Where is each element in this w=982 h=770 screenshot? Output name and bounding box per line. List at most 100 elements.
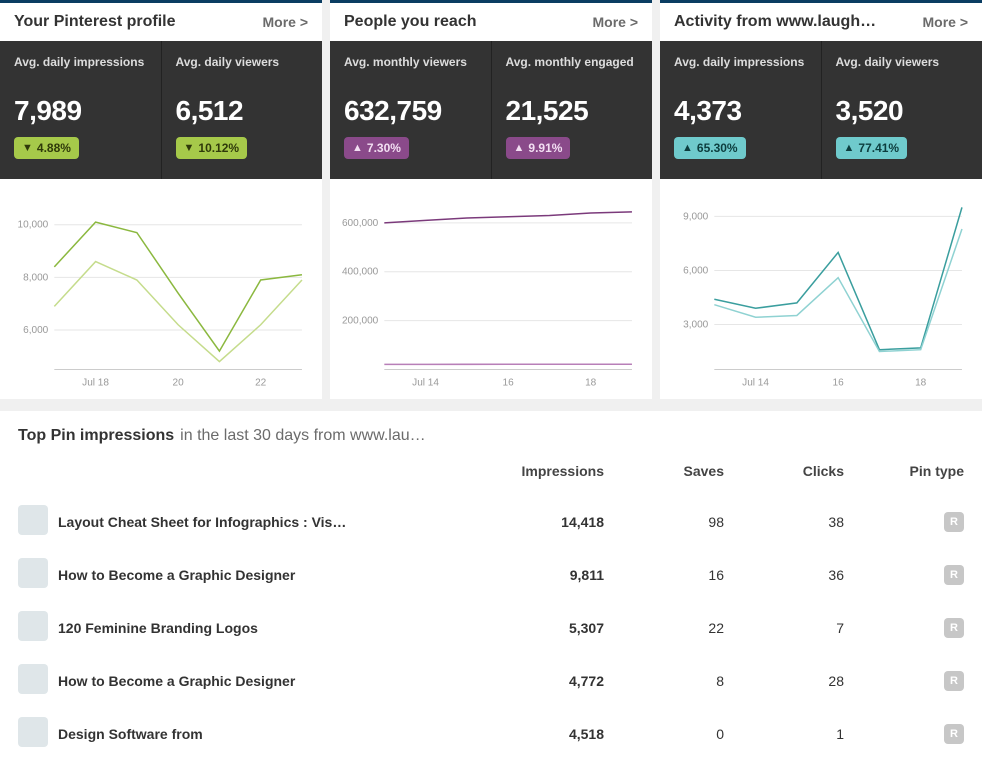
pin-type: R xyxy=(844,671,964,691)
panel-header: Your Pinterest profile More > xyxy=(0,0,322,41)
pin-title: Design Software from xyxy=(58,726,474,742)
stat-card[interactable]: Avg. daily viewers 3,520 ▲ 77.41% xyxy=(822,41,982,179)
svg-text:22: 22 xyxy=(255,378,267,389)
change-value: 77.41% xyxy=(858,141,899,155)
stat-card[interactable]: Avg. daily impressions 7,989 ▼ 4.88% xyxy=(0,41,162,179)
pin-clicks: 7 xyxy=(724,620,844,636)
change-badge: ▲ 7.30% xyxy=(344,137,409,159)
pin-type: R xyxy=(844,724,964,744)
pin-thumbnail xyxy=(18,558,48,588)
svg-text:8,000: 8,000 xyxy=(23,272,49,283)
stat-card[interactable]: Avg. daily viewers 6,512 ▼ 10.12% xyxy=(162,41,323,179)
svg-text:10,000: 10,000 xyxy=(18,220,49,231)
change-value: 65.30% xyxy=(697,141,738,155)
stats-row: Avg. daily impressions 7,989 ▼ 4.88% Avg… xyxy=(0,41,322,179)
stat-card[interactable]: Avg. daily impressions 4,373 ▲ 65.30% xyxy=(660,41,822,179)
change-value: 4.88% xyxy=(37,141,71,155)
pin-clicks: 38 xyxy=(724,514,844,530)
stat-label: Avg. daily viewers xyxy=(836,55,969,89)
stat-value: 6,512 xyxy=(176,95,309,127)
line-chart: 6,0008,00010,000Jul 182022 xyxy=(6,189,308,393)
panel-title: Your Pinterest profile xyxy=(14,13,176,31)
change-badge: ▼ 4.88% xyxy=(14,137,79,159)
pin-type-badge: R xyxy=(944,724,964,744)
pin-row[interactable]: Design Software from4,51801R xyxy=(18,707,964,760)
stat-card[interactable]: Avg. monthly engaged 21,525 ▲ 9.91% xyxy=(492,41,653,179)
panel-activity: Activity from www.laugh… More > Avg. dai… xyxy=(660,0,982,399)
pin-thumbnail xyxy=(18,505,48,535)
stat-label: Avg. monthly viewers xyxy=(344,55,477,89)
stat-value: 21,525 xyxy=(506,95,639,127)
more-link[interactable]: More > xyxy=(592,14,638,30)
svg-text:18: 18 xyxy=(585,378,597,389)
chart-area: 6,0008,00010,000Jul 182022 xyxy=(0,179,322,399)
arrow-up-icon: ▲ xyxy=(352,142,363,154)
stat-value: 4,373 xyxy=(674,95,807,127)
pin-impressions: 9,811 xyxy=(474,567,604,583)
panel-title: Activity from www.laugh… xyxy=(674,13,876,31)
pin-type-badge: R xyxy=(944,618,964,638)
pin-impressions: 14,418 xyxy=(474,514,604,530)
arrow-up-icon: ▲ xyxy=(514,142,525,154)
top-pins-section: Top Pin impressions in the last 30 days … xyxy=(0,411,982,770)
pin-impressions: 4,772 xyxy=(474,673,604,689)
svg-text:16: 16 xyxy=(503,378,515,389)
pin-type: R xyxy=(844,512,964,532)
arrow-up-icon: ▲ xyxy=(844,142,855,154)
change-badge: ▲ 9.91% xyxy=(506,137,571,159)
chart-area: 3,0006,0009,000Jul 141618 xyxy=(660,179,982,399)
arrow-up-icon: ▲ xyxy=(682,142,693,154)
change-badge: ▼ 10.12% xyxy=(176,137,248,159)
col-saves[interactable]: Saves xyxy=(604,463,724,479)
more-link[interactable]: More > xyxy=(922,14,968,30)
change-badge: ▲ 65.30% xyxy=(674,137,746,159)
panel-header: Activity from www.laugh… More > xyxy=(660,0,982,41)
pin-type: R xyxy=(844,618,964,638)
svg-text:200,000: 200,000 xyxy=(342,316,379,327)
pin-saves: 98 xyxy=(604,514,724,530)
pin-impressions: 4,518 xyxy=(474,726,604,742)
col-clicks[interactable]: Clicks xyxy=(724,463,844,479)
pin-title: Layout Cheat Sheet for Infographics : Vi… xyxy=(58,514,474,530)
svg-text:6,000: 6,000 xyxy=(23,325,49,336)
stat-card[interactable]: Avg. monthly viewers 632,759 ▲ 7.30% xyxy=(330,41,492,179)
pin-clicks: 1 xyxy=(724,726,844,742)
stat-label: Avg. daily viewers xyxy=(176,55,309,89)
top-pins-header: Top Pin impressions in the last 30 days … xyxy=(18,427,964,445)
pin-thumbnail xyxy=(18,717,48,747)
stat-label: Avg. monthly engaged xyxy=(506,55,639,89)
col-pin-type[interactable]: Pin type xyxy=(844,463,964,479)
pin-type-badge: R xyxy=(944,565,964,585)
pin-thumbnail xyxy=(18,611,48,641)
svg-text:6,000: 6,000 xyxy=(683,265,709,276)
stat-label: Avg. daily impressions xyxy=(14,55,147,89)
svg-text:3,000: 3,000 xyxy=(683,320,709,331)
svg-text:600,000: 600,000 xyxy=(342,218,379,229)
pin-saves: 16 xyxy=(604,567,724,583)
panel-header: People you reach More > xyxy=(330,0,652,41)
analytics-panels: Your Pinterest profile More > Avg. daily… xyxy=(0,0,982,399)
pin-row[interactable]: How to Become a Graphic Designer9,811163… xyxy=(18,548,964,601)
top-pins-rows: Layout Cheat Sheet for Infographics : Vi… xyxy=(18,495,964,760)
chart-area: 200,000400,000600,000Jul 141618 xyxy=(330,179,652,399)
stat-label: Avg. daily impressions xyxy=(674,55,807,89)
svg-text:18: 18 xyxy=(915,378,927,389)
pin-thumbnail xyxy=(18,664,48,694)
line-chart: 200,000400,000600,000Jul 141618 xyxy=(336,189,638,393)
stats-row: Avg. monthly viewers 632,759 ▲ 7.30% Avg… xyxy=(330,41,652,179)
stat-value: 632,759 xyxy=(344,95,477,127)
pin-type-badge: R xyxy=(944,512,964,532)
stats-row: Avg. daily impressions 4,373 ▲ 65.30% Av… xyxy=(660,41,982,179)
pin-row[interactable]: How to Become a Graphic Designer4,772828… xyxy=(18,654,964,707)
more-link[interactable]: More > xyxy=(262,14,308,30)
pin-title: How to Become a Graphic Designer xyxy=(58,673,474,689)
change-value: 9.91% xyxy=(528,141,562,155)
pin-row[interactable]: Layout Cheat Sheet for Infographics : Vi… xyxy=(18,495,964,548)
col-impressions[interactable]: Impressions xyxy=(474,463,604,479)
pin-clicks: 28 xyxy=(724,673,844,689)
top-pins-columns: Impressions Saves Clicks Pin type xyxy=(18,463,964,479)
arrow-down-icon: ▼ xyxy=(22,142,33,154)
pin-type-badge: R xyxy=(944,671,964,691)
stat-value: 3,520 xyxy=(836,95,969,127)
pin-row[interactable]: 120 Feminine Branding Logos5,307227R xyxy=(18,601,964,654)
